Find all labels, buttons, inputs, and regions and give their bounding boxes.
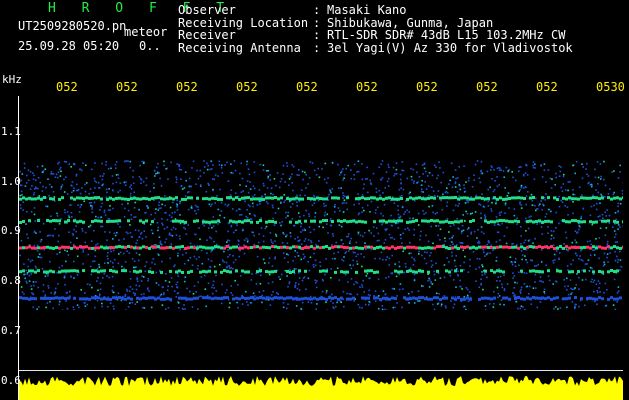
power-trace-fill [19, 376, 623, 400]
info-separator: : [313, 3, 321, 17]
time-tick-label: 0530 [596, 80, 625, 94]
info-row-observer: Observer: Masaki Kano [178, 4, 573, 17]
time-tick-label: 052 [536, 80, 558, 94]
info-key: Receiving Antenna [178, 40, 301, 55]
time-tick-label: 052 [296, 80, 318, 94]
info-row-antenna: Receiving Antenna:3el Yagi(V) Az 330 for… [178, 40, 573, 55]
info-separator: : [313, 40, 321, 55]
meteor-label: meteor [124, 25, 168, 39]
time-tick-label: 052 [476, 80, 498, 94]
time-tick-label: 052 [56, 80, 78, 94]
time-tick-label: 052 [356, 80, 378, 94]
filename: UT2509280520.pn [18, 19, 127, 33]
spectrogram [19, 160, 623, 310]
time-tick-label: 052 [416, 80, 438, 94]
meteor-count: 0.. [139, 39, 161, 53]
info-key: Receiver [178, 28, 236, 42]
info-value: 3el Yagi(V) Az 330 for Vladivostok [327, 40, 573, 55]
time-tick-label: 052 [176, 80, 198, 94]
info-separator: : [313, 28, 321, 42]
info-key: Observer [178, 3, 236, 17]
time-tick-label: 052 [236, 80, 258, 94]
datetime: 25.09.28 05:20 [18, 39, 120, 53]
signal-power-trace [19, 376, 623, 400]
station-info: Observer: Masaki Kano Receiving Location:… [178, 4, 573, 54]
frequency-unit-label: kHz [2, 73, 22, 86]
info-value: Masaki Kano [327, 3, 407, 17]
info-value: RTL-SDR SDR# 43dB L15 103.2MHz CW [327, 28, 566, 42]
info-row-receiver: Receiver: RTL-SDR SDR# 43dB L15 103.2MHz … [178, 29, 573, 42]
time-tick-label: 052 [116, 80, 138, 94]
